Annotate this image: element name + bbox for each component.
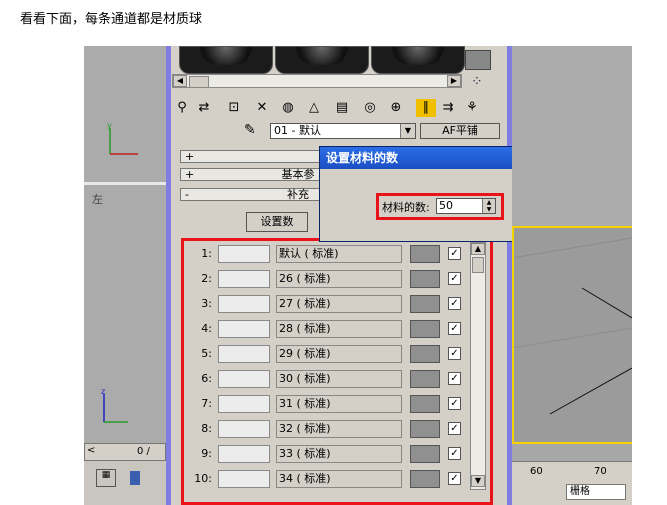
sample-slot[interactable]	[179, 46, 273, 74]
material-id-icon[interactable]: ▤	[332, 99, 352, 117]
material-type-button[interactable]: AF平铺	[420, 123, 500, 139]
ruler-label: 60	[530, 466, 543, 477]
get-material-icon[interactable]: ⚲	[172, 99, 192, 117]
svg-text:y: y	[107, 122, 112, 130]
timeline-ruler[interactable]: 60 70 栅格	[512, 461, 632, 505]
scroll-right-icon[interactable]: ▶	[447, 75, 461, 87]
time-readout: 0 /	[137, 446, 150, 457]
sample-slot[interactable]	[371, 46, 465, 74]
set-number-button[interactable]: 设置数	[246, 212, 308, 232]
ruler-label: 70	[594, 466, 607, 477]
chevron-down-icon[interactable]: ▼	[400, 124, 415, 138]
chevron-left-icon[interactable]: <	[87, 445, 95, 456]
svg-text:z: z	[101, 388, 105, 396]
axis-gizmo-top: y	[107, 122, 138, 155]
highlight-count-field	[376, 193, 504, 220]
go-to-parent-icon[interactable]: ∥	[416, 99, 436, 117]
material-name-dropdown[interactable]: 01 - 默认 ▼	[270, 123, 416, 139]
assign-material-icon[interactable]: ⊡	[224, 99, 244, 117]
sample-horizontal-scrollbar[interactable]: ◀ ▶	[172, 74, 462, 88]
right-viewports[interactable]: 60 70 栅格	[511, 46, 632, 505]
scroll-thumb[interactable]	[189, 76, 209, 88]
grid-icon[interactable]: ▦	[96, 469, 116, 487]
viewport-perspective[interactable]	[511, 228, 632, 444]
eyedropper-icon[interactable]: ✎	[244, 122, 256, 138]
go-sibling-icon[interactable]: ⇉	[438, 99, 458, 117]
sample-type-icon[interactable]	[465, 50, 491, 70]
viewport-top-right[interactable]	[512, 46, 632, 226]
caption-text: 看看下面，每条通道都是材质球	[20, 12, 203, 27]
show-end-result-icon[interactable]: ⊕	[386, 99, 406, 117]
sample-slot[interactable]	[275, 46, 369, 74]
axis-gizmo-left: z	[101, 388, 128, 423]
perspective-grid	[511, 237, 632, 415]
viewport-label-left: 左	[92, 193, 103, 206]
active-viewport-border	[512, 228, 514, 444]
backlight-icon[interactable]: ⁘	[471, 74, 483, 90]
viewport-divider	[84, 182, 166, 185]
reset-material-icon[interactable]: ✕	[252, 99, 272, 117]
material-toolbar: ⚲ ⇄ ⊡ ✕ ◍ △ ▤ ◎ ⊕ ∥ ⇉ ⚘	[172, 99, 502, 117]
left-viewports[interactable]: 左 y z < 0 / ▦	[84, 46, 166, 505]
status-bar: ▦	[84, 461, 166, 505]
material-name-value: 01 - 默认	[274, 124, 321, 137]
pick-material-icon[interactable]: ⚘	[462, 99, 482, 117]
scroll-left-icon[interactable]: ◀	[173, 75, 187, 87]
active-viewport-border	[512, 442, 632, 444]
highlight-material-list	[181, 238, 493, 505]
show-map-icon[interactable]: ◎	[360, 99, 380, 117]
grid-dropdown[interactable]: 栅格	[566, 484, 626, 500]
key-icon	[130, 471, 140, 485]
max-screenshot: 左 y z < 0 / ▦ ⁘ ◀ ▶ ⚲ ⇄ ⊡ ✕ ◍ △ ▤ ◎ ⊕ ∥ …	[84, 46, 632, 505]
time-slider[interactable]: < 0 /	[84, 443, 166, 461]
copy-material-icon[interactable]: ◍	[278, 99, 298, 117]
put-material-icon[interactable]: ⇄	[194, 99, 214, 117]
unique-icon[interactable]: △	[304, 99, 324, 117]
